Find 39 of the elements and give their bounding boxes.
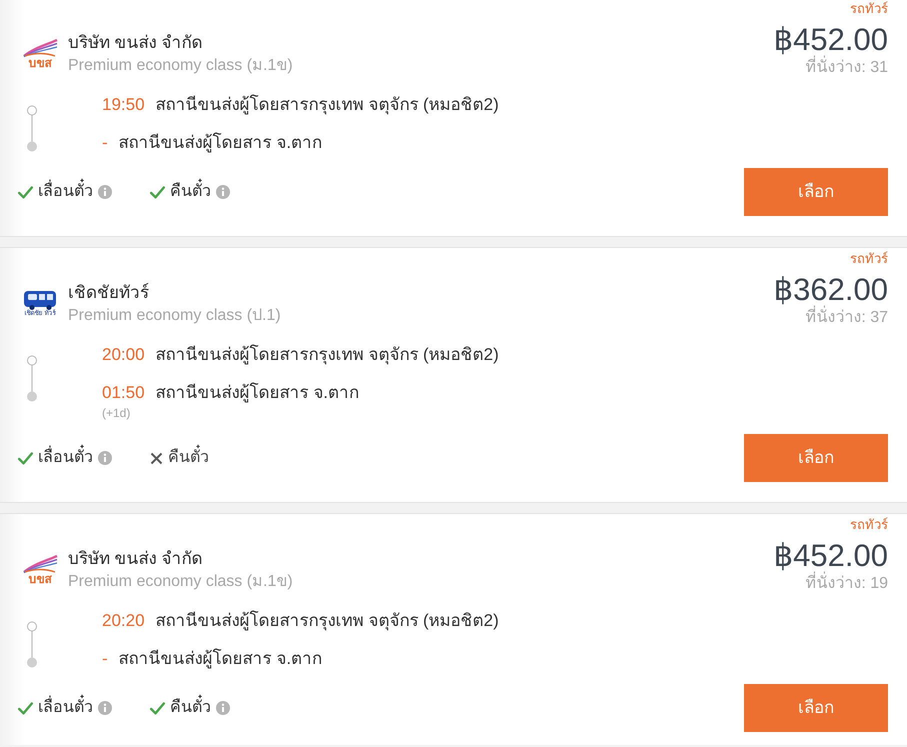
vehicle-type-label: รถทัวร์ (850, 251, 888, 267)
select-button[interactable]: เลือก (744, 434, 888, 482)
departure-time: 19:50 (102, 94, 145, 116)
seat-class-text: Premium economy class (ป.1) (68, 306, 281, 326)
route-timeline-icon (26, 620, 38, 668)
select-button[interactable]: เลือก (744, 168, 888, 216)
operator-name: เชิดชัยทัวร์ (68, 282, 150, 304)
seat-class-text: Premium economy class (ม.1ข) (68, 56, 293, 76)
departure-time: 20:00 (102, 344, 145, 366)
seats-available-text: ที่นั่งว่าง: 19 (805, 574, 888, 594)
station-name: สถานีขนส่งผู้โดยสาร จ.ตาก (118, 132, 322, 154)
select-button[interactable]: เลือก (744, 684, 888, 732)
seats-available-text: ที่นั่งว่าง: 31 (805, 58, 888, 78)
bus-logo-icon (23, 290, 57, 310)
arrival-time: - (102, 648, 108, 670)
station-name: สถานีขนส่งผู้โดยสาร จ.ตาก (118, 648, 322, 670)
station-name: สถานีขนส่งผู้โดยสารกรุงเทพ จตุจักร (หมอชิต2) (156, 344, 499, 366)
station-name: สถานีขนส่งผู้โดยสาร จ.ตาก (156, 382, 359, 404)
day-offset-note: (+1d) (102, 406, 132, 421)
operator-name: บริษัท ขนส่ง จำกัด (68, 32, 204, 54)
vehicle-type-label: รถทัวร์ (850, 517, 888, 533)
swoosh-logo-icon (22, 555, 58, 573)
ticket-price: ฿452.00 (773, 22, 888, 57)
seat-class-text: Premium economy class (ม.1ข) (68, 572, 293, 592)
ticket-price: ฿362.00 (773, 272, 888, 307)
swoosh-logo-icon (22, 39, 58, 57)
arrival-time: 01:50 (102, 382, 145, 404)
seats-available-text: ที่นั่งว่าง: 37 (805, 308, 888, 328)
route-timeline-icon (26, 354, 38, 402)
station-name: สถานีขนส่งผู้โดยสารกรุงเทพ จตุจักร (หมอชิต2) (156, 94, 499, 116)
logo-text: บขส (28, 57, 52, 69)
route-timeline-icon (26, 104, 38, 152)
station-name: สถานีขนส่งผู้โดยสารกรุงเทพ จตุจักร (หมอชิต2) (156, 610, 499, 632)
arrival-time: - (102, 132, 108, 154)
ticket-price: ฿452.00 (773, 538, 888, 573)
operator-name: บริษัท ขนส่ง จำกัด (68, 548, 204, 570)
logo-text: บขส (28, 573, 52, 585)
departure-time: 20:20 (102, 610, 145, 632)
vehicle-type-label: รถทัวร์ (850, 1, 888, 17)
